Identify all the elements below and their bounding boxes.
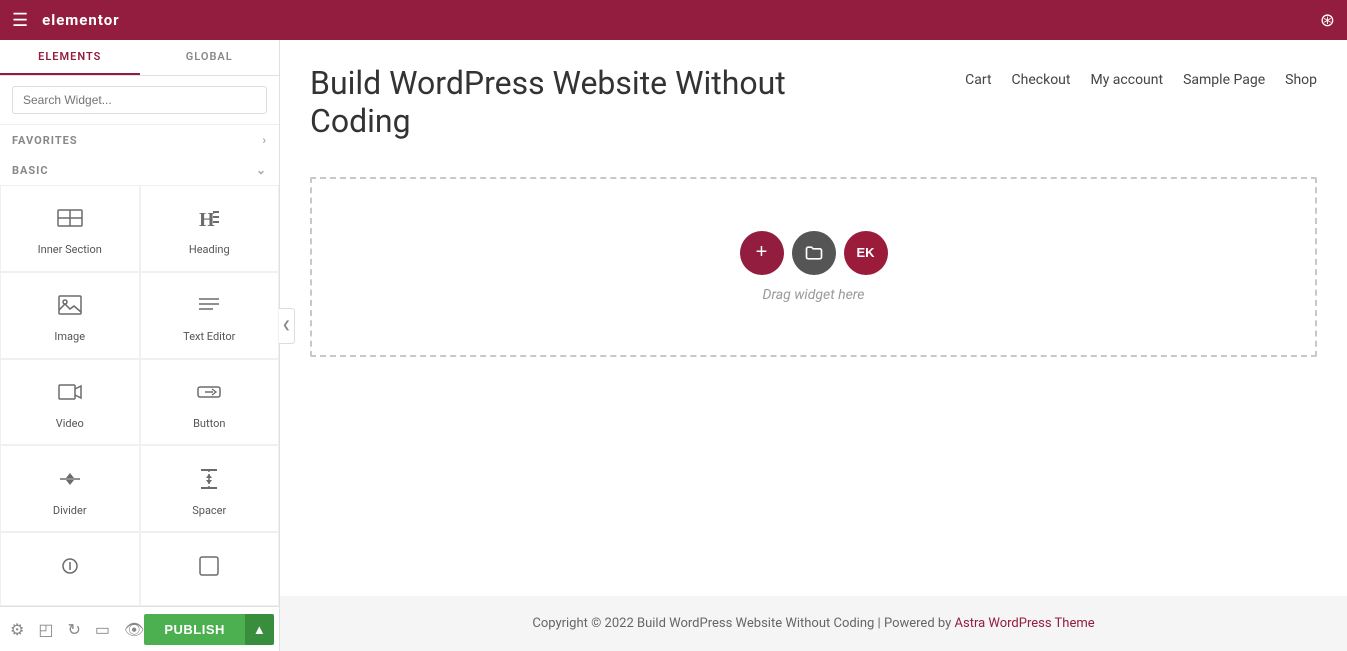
sidebar-tabs: Elements Global <box>0 40 279 76</box>
basic-label: Basic <box>12 164 49 177</box>
extra2-icon <box>195 552 223 585</box>
drop-zone-hint: Drag widget here <box>763 287 865 303</box>
widgets-grid: Inner Section H Heading <box>0 185 279 606</box>
favorites-label: Favorites <box>12 134 78 147</box>
preview-icon[interactable]: 👁 <box>124 620 144 639</box>
nav-cart[interactable]: Cart <box>965 72 991 88</box>
tab-elements[interactable]: Elements <box>0 40 140 75</box>
publish-button[interactable]: PUBLISH <box>144 614 245 645</box>
favorites-section-header[interactable]: Favorites › <box>0 125 279 155</box>
nav-sample-page[interactable]: Sample Page <box>1183 72 1265 88</box>
drop-zone-area: + EK Drag widget here <box>280 157 1347 596</box>
drop-zone[interactable]: + EK Drag widget here <box>310 177 1317 357</box>
footer-link[interactable]: Astra WordPress Theme <box>955 616 1095 631</box>
widget-divider[interactable]: Divider <box>0 445 140 532</box>
text-editor-icon <box>195 291 223 324</box>
main-layout: Elements Global Favorites › Basic ⌄ <box>0 40 1347 651</box>
inner-section-label: Inner Section <box>38 243 102 256</box>
nav-links: Cart Checkout My account Sample Page Sho… <box>965 64 1317 88</box>
widget-extra-2[interactable] <box>140 532 280 606</box>
widget-video[interactable]: Video <box>0 359 140 446</box>
widget-inner-section[interactable]: Inner Section <box>0 185 140 272</box>
nav-shop[interactable]: Shop <box>1285 72 1317 88</box>
sidebar-search-container <box>0 76 279 125</box>
basic-section-header[interactable]: Basic ⌄ <box>0 155 279 185</box>
video-icon <box>56 378 84 411</box>
add-widget-button[interactable]: + <box>740 231 784 275</box>
image-icon <box>56 291 84 324</box>
nav-checkout[interactable]: Checkout <box>1012 72 1071 88</box>
search-input[interactable] <box>12 86 267 114</box>
publish-group: PUBLISH ▲ <box>144 614 273 645</box>
collapse-handle[interactable]: ❮ <box>279 308 295 344</box>
inner-section-icon <box>56 204 84 237</box>
basic-chevron-icon: ⌄ <box>256 163 267 177</box>
widget-extra-1[interactable] <box>0 532 140 606</box>
ek-button[interactable]: EK <box>844 231 888 275</box>
widget-text-editor[interactable]: Text Editor <box>140 272 280 359</box>
button-icon <box>195 378 223 411</box>
publish-arrow-button[interactable]: ▲ <box>245 614 274 645</box>
video-label: Video <box>56 417 84 430</box>
heading-icon: H <box>195 204 223 237</box>
divider-label: Divider <box>53 504 87 517</box>
canvas: Build WordPress Website Without Coding C… <box>280 40 1347 651</box>
divider-icon <box>56 465 84 498</box>
nav-my-account[interactable]: My account <box>1090 72 1163 88</box>
grid-icon[interactable]: ⊛ <box>1320 10 1335 31</box>
heading-label: Heading <box>189 243 230 256</box>
tab-global[interactable]: Global <box>140 40 280 75</box>
elementor-logo: elementor <box>42 11 120 29</box>
button-label: Button <box>193 417 225 430</box>
widget-image[interactable]: Image <box>0 272 140 359</box>
image-label: Image <box>54 330 85 343</box>
spacer-icon <box>195 465 223 498</box>
collapse-chevron-icon: ❮ <box>282 320 290 331</box>
extra1-icon <box>56 552 84 585</box>
svg-text:H: H <box>199 209 215 231</box>
page-footer: Copyright © 2022 Build WordPress Website… <box>280 596 1347 651</box>
layers-icon[interactable]: ◰ <box>38 620 53 639</box>
bottom-bar: ⚙ ◰ ↻ ▭ 👁 PUBLISH ▲ <box>0 606 279 651</box>
hamburger-icon[interactable]: ☰ <box>12 10 28 31</box>
canvas-content: Build WordPress Website Without Coding C… <box>280 40 1347 651</box>
page-title: Build WordPress Website Without Coding <box>310 64 860 141</box>
spacer-label: Spacer <box>192 504 226 517</box>
widget-heading[interactable]: H Heading <box>140 185 280 272</box>
responsive-icon[interactable]: ▭ <box>95 620 110 639</box>
footer-text: Copyright © 2022 Build WordPress Website… <box>532 616 954 631</box>
history-icon[interactable]: ↻ <box>67 620 80 639</box>
widget-spacer[interactable]: Spacer <box>140 445 280 532</box>
favorites-chevron-icon: › <box>262 133 267 147</box>
settings-icon[interactable]: ⚙ <box>10 620 24 639</box>
top-bar: ☰ elementor ⊛ <box>0 0 1347 40</box>
bottom-bar-icons: ⚙ ◰ ↻ ▭ 👁 <box>10 620 144 639</box>
text-editor-label: Text Editor <box>183 330 235 343</box>
page-header: Build WordPress Website Without Coding C… <box>280 40 1347 157</box>
widget-button[interactable]: Button <box>140 359 280 446</box>
drop-zone-buttons: + EK <box>740 231 888 275</box>
folder-button[interactable] <box>792 231 836 275</box>
sidebar: Elements Global Favorites › Basic ⌄ <box>0 40 280 651</box>
